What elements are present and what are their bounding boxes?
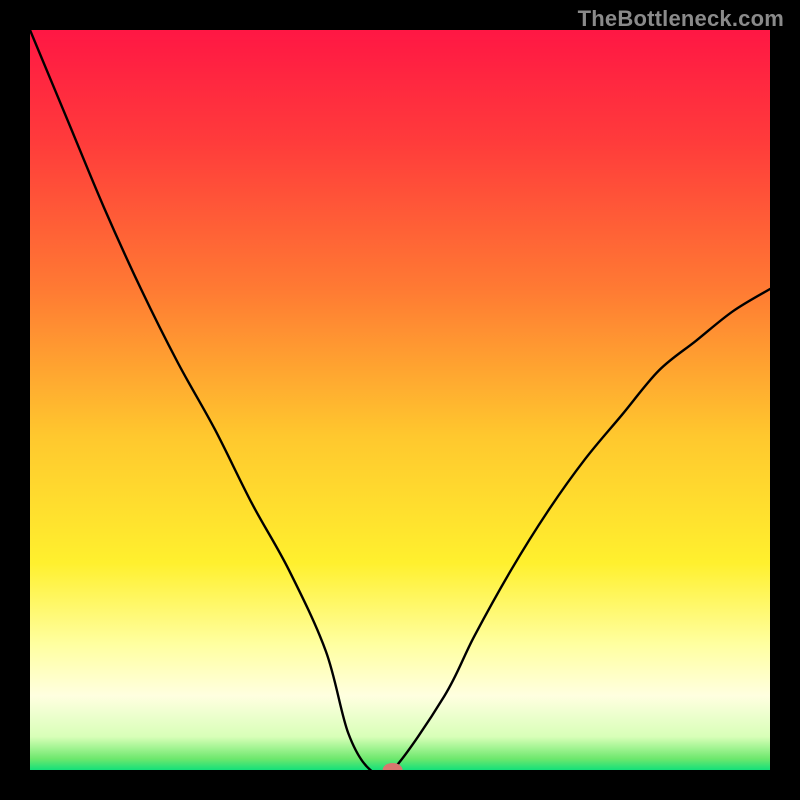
chart-frame: TheBottleneck.com [0,0,800,800]
plot-area [30,30,770,770]
plot-svg [30,30,770,770]
gradient-background [30,30,770,770]
watermark-text: TheBottleneck.com [578,6,784,32]
